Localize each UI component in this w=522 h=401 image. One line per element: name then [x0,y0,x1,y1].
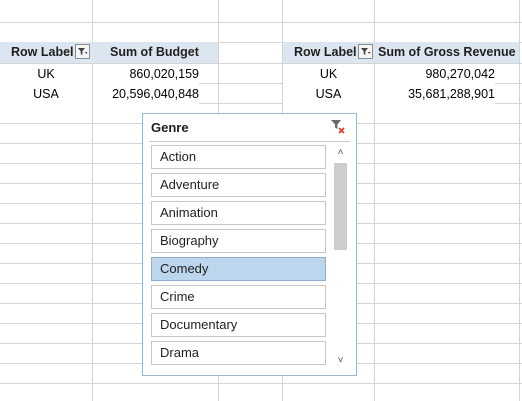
filter-dropdown-icon [78,48,88,55]
pivot-value-cell[interactable]: 980,270,042 [375,64,495,84]
slicer-item-drama[interactable]: Drama [151,341,326,365]
sum-of-budget-header: Sum of Budget [110,45,199,59]
row-divider [0,383,522,384]
pivot-revenue-header: Row Label Sum of Gross Revenue [283,42,519,63]
column-divider [519,0,520,401]
pivot-row-label[interactable]: USA [283,84,374,104]
clear-filter-icon[interactable] [330,119,346,135]
slicer-item-adventure[interactable]: Adventure [151,173,326,197]
pivot-row-label[interactable]: UK [283,64,374,84]
pivot-value-cell[interactable]: 20,596,040,848 [93,84,199,104]
slicer-scrollbar[interactable]: ˄ ˅ [332,144,349,369]
pivot-value-cell[interactable]: 860,020,159 [93,64,199,84]
slicer-item-biography[interactable]: Biography [151,229,326,253]
row-divider [0,22,522,23]
slicer-title: Genre [151,120,189,135]
slicer-item-documentary[interactable]: Documentary [151,313,326,337]
scroll-down-arrow-icon[interactable]: ˅ [332,352,349,369]
scroll-up-arrow-icon[interactable]: ˄ [332,144,349,161]
pivot-value-cell[interactable]: 35,681,288,901 [375,84,495,104]
pivot-row-label[interactable]: USA [0,84,92,104]
slicer-item-crime[interactable]: Crime [151,285,326,309]
row-label-filter-button[interactable] [358,44,373,59]
pivot-row-label[interactable]: UK [0,64,92,84]
slicer-item-comedy[interactable]: Comedy [151,257,326,281]
pivot-budget-header: Row Label Sum of Budget [0,42,218,63]
slicer-item-animation[interactable]: Animation [151,201,326,225]
row-label-header: Row Label [294,45,357,59]
spreadsheet-grid[interactable]: Row Label Sum of Budget UK 860,020,159 U… [0,0,522,401]
filter-dropdown-icon [361,48,371,55]
slicer-item-action[interactable]: Action [151,145,326,169]
row-label-filter-button[interactable] [75,44,90,59]
sum-of-gross-revenue-header: Sum of Gross Revenue [378,45,516,59]
row-label-header: Row Label [11,45,74,59]
genre-slicer[interactable]: Genre Action Adventure Animation Biograp… [142,113,357,376]
scrollbar-thumb[interactable] [334,163,347,250]
slicer-separator [149,141,350,142]
